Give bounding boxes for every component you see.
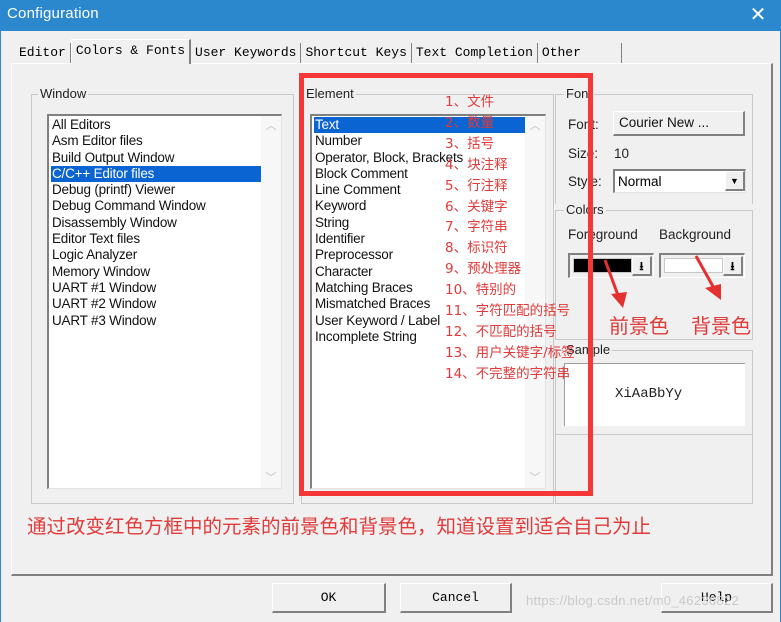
scroll-down-icon[interactable]: ﹀: [261, 468, 281, 488]
element-translation: 11、字符匹配的括号: [445, 303, 571, 319]
font-label: Font:: [568, 117, 599, 132]
style-value: Normal: [618, 174, 662, 189]
ok-button[interactable]: OK: [272, 583, 386, 613]
chevron-down-icon[interactable]: ▼: [725, 171, 745, 191]
element-translation: 2、数量: [445, 114, 495, 131]
sample-preview: XiAaBbYy: [564, 363, 745, 426]
window-listbox[interactable]: All Editors Asm Editor files Build Output …: [47, 114, 282, 489]
foreground-note: 前景色: [609, 314, 669, 338]
font-select-button[interactable]: Courier New ...: [613, 111, 745, 136]
right-spacer-group: [555, 435, 753, 504]
window-list-item[interactable]: UART #2 Window: [51, 296, 261, 312]
element-translation: 4、块注释: [445, 156, 508, 173]
style-dropdown[interactable]: Normal ▼: [613, 169, 746, 193]
window-list-item[interactable]: Editor Text files: [51, 231, 261, 247]
foreground-label: Foreground: [568, 227, 638, 242]
background-arrow-icon: [694, 255, 721, 300]
element-translation: 14、不完整的字符串: [445, 365, 571, 382]
window-list-item[interactable]: Logic Analyzer: [51, 247, 261, 263]
window-list-item[interactable]: Memory Window: [51, 264, 261, 280]
element-translation: 5、行注释: [445, 177, 508, 194]
tab-user-keywords[interactable]: User Keywords: [191, 43, 302, 64]
element-translation: 6、关键字: [445, 198, 508, 215]
background-label: Background: [659, 227, 732, 242]
tab-text-completion[interactable]: Text Completion: [411, 43, 538, 64]
window-list-item[interactable]: UART #3 Window: [51, 313, 261, 329]
configuration-dialog: Configuration ✕ Editor Colors & Fonts Us…: [0, 0, 781, 622]
instruction-note: 通过改变红色方框中的元素的前景色和背景色，知道设置到适合自己为止: [27, 515, 652, 538]
element-translation: 7、字符串: [445, 219, 508, 236]
window-list-item[interactable]: Build Output Window: [51, 150, 261, 166]
size-value: 10: [614, 146, 630, 161]
scroll-up-icon[interactable]: ︿: [525, 116, 545, 136]
style-label: Style:: [568, 174, 602, 189]
window-list-item[interactable]: UART #1 Window: [51, 280, 261, 296]
element-translation: 8、标识符: [445, 240, 508, 257]
window-list-item[interactable]: C/C++ Editor files: [51, 165, 261, 183]
window-scrollbar[interactable]: ︿ ﹀: [261, 116, 281, 488]
element-translation: 9、预处理器: [445, 261, 522, 278]
element-translation: 13、用户关键字/标签: [445, 344, 575, 361]
window-list-item[interactable]: Asm Editor files: [51, 133, 261, 149]
window-list-items: All Editors Asm Editor files Build Output …: [51, 117, 261, 329]
window-group-label: Window: [38, 86, 89, 101]
window-list-item[interactable]: Debug Command Window: [51, 198, 261, 214]
window-title: Configuration: [7, 5, 99, 22]
tab-shortcut-keys[interactable]: Shortcut Keys: [301, 43, 412, 64]
cancel-button[interactable]: Cancel: [400, 583, 512, 613]
window-list-item[interactable]: All Editors: [51, 117, 261, 133]
element-translation: 3、括号: [445, 135, 495, 152]
font-group-label: Font: [564, 86, 595, 101]
element-translation: 1、文件: [445, 94, 495, 110]
size-label: Size:: [568, 146, 599, 161]
scroll-up-icon[interactable]: ︿: [261, 116, 281, 136]
element-translation: 12、不匹配的括号: [445, 323, 557, 340]
window-list-item[interactable]: Disassembly Window: [51, 215, 261, 231]
title-bar: Configuration ✕: [1, 0, 781, 31]
background-note: 背景色: [691, 314, 751, 338]
tab-strip: Editor Colors & Fonts User Keywords Shor…: [15, 39, 622, 64]
window-list-item[interactable]: Debug (printf) Viewer: [51, 182, 261, 198]
foreground-arrow-icon: [603, 259, 627, 308]
tab-other[interactable]: Other: [537, 43, 622, 64]
help-button[interactable]: Help: [661, 583, 773, 613]
element-translation: 10、特别的: [445, 282, 517, 299]
scroll-down-icon[interactable]: ﹀: [525, 468, 545, 488]
colors-group-label: Colors: [564, 202, 606, 217]
annotation-arrows: [603, 255, 721, 308]
tab-editor[interactable]: Editor: [15, 43, 71, 64]
tab-colors-fonts[interactable]: Colors & Fonts: [70, 39, 192, 64]
close-icon[interactable]: ✕: [738, 0, 778, 31]
sample-text: XiAaBbYy: [615, 386, 683, 402]
element-group-label: Element: [304, 86, 356, 101]
